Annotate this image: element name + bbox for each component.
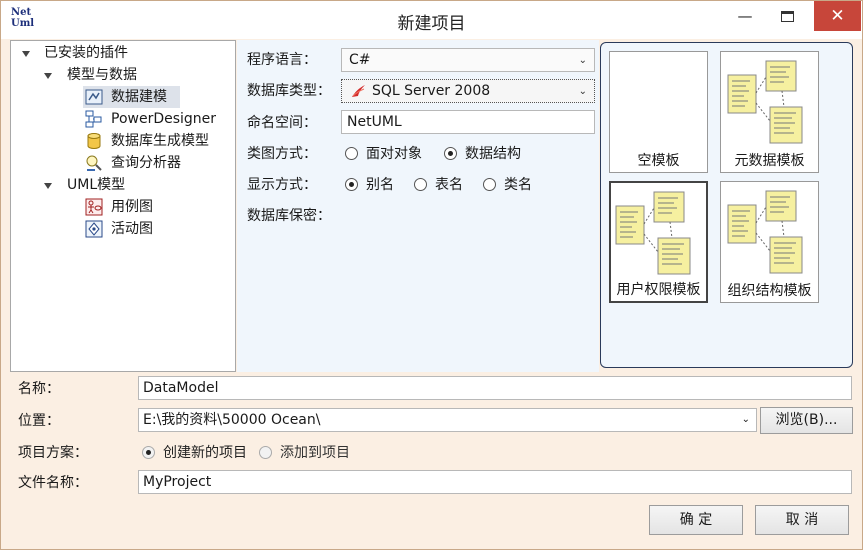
template-caption: 空模板 [637, 153, 680, 169]
dbtype-select[interactable]: SQL Server 2008 ⌄ [341, 79, 595, 103]
chevron-down-icon: ⌄ [578, 86, 587, 97]
data-modeling-icon [85, 89, 103, 105]
title-bar: Net Uml 新建项目 — ✕ [1, 1, 862, 39]
tree-item-powerdesigner[interactable]: PowerDesigner [11, 108, 235, 130]
solution-label: 项目方案： [18, 445, 88, 461]
use-case-icon [85, 198, 103, 216]
activity-diagram-icon [85, 220, 103, 238]
diagram-mode-label: 类图方式： [247, 146, 317, 162]
radio-label: 添加到项目 [280, 445, 350, 461]
template-empty[interactable]: 空模板 [609, 51, 708, 173]
language-select[interactable]: C# ⌄ [341, 48, 595, 72]
query-analyzer-icon [86, 155, 102, 171]
ok-button[interactable]: 确 定 [649, 505, 743, 535]
template-user-permissions[interactable]: 用户权限模板 [609, 181, 708, 303]
template-caption: 组织结构模板 [727, 283, 812, 299]
radio-data-structure[interactable]: 数据结构 [444, 143, 521, 165]
tree-root-installed-plugins[interactable]: 已安装的插件 [11, 42, 235, 64]
tree-item-label: 数据建模 [111, 89, 167, 105]
namespace-input[interactable]: NetUML [341, 110, 595, 134]
radio-class-name[interactable]: 类名 [483, 174, 532, 196]
name-input[interactable]: DataModel [138, 376, 852, 400]
expand-arrow-icon[interactable] [44, 183, 52, 189]
tree-group-label: UML模型 [67, 177, 126, 193]
name-label: 名称： [18, 381, 60, 397]
template-caption: 元数据模板 [734, 153, 805, 169]
radio-alias[interactable]: 别名 [345, 174, 394, 196]
er-diagram-thumbnail-icon [727, 190, 803, 274]
tree-item-label: 查询分析器 [111, 155, 181, 171]
database-icon [87, 133, 101, 149]
er-diagram-thumbnail-icon [727, 60, 803, 144]
settings-form: 程序语言： C# ⌄ 数据库类型： SQL Server 2008 ⌄ 命名空间… [237, 40, 599, 372]
expand-arrow-icon[interactable] [22, 51, 30, 57]
radio-label: 数据结构 [465, 146, 521, 162]
browse-button[interactable]: 浏览(B)... [760, 407, 853, 434]
radio-circle-selected[interactable] [444, 147, 457, 160]
template-org-structure[interactable]: 组织结构模板 [720, 181, 819, 303]
location-combo[interactable]: E:\我的资料\50000 Ocean\ ⌄ [138, 408, 757, 432]
radio-create-new-project[interactable]: 创建新的项目 [142, 442, 247, 464]
tree-item-label: 数据库生成模型 [111, 133, 209, 149]
template-panel: 空模板 元数据模板 用户权限模板 组织结构模板 [600, 42, 853, 368]
tree-group-uml-model[interactable]: UML模型 [11, 174, 235, 196]
language-value: C# [349, 52, 371, 68]
expand-arrow-icon[interactable] [44, 73, 52, 79]
tree-root-label: 已安装的插件 [44, 45, 128, 61]
radio-circle[interactable] [345, 147, 358, 160]
cancel-button[interactable]: 取 消 [755, 505, 849, 535]
tree-item-query-analyzer[interactable]: 查询分析器 [11, 152, 235, 174]
display-mode-label: 显示方式： [247, 177, 317, 193]
radio-label: 别名 [366, 177, 394, 193]
db-secret-label: 数据库保密： [247, 208, 331, 224]
tree-group-model-data[interactable]: 模型与数据 [11, 64, 235, 86]
radio-label: 表名 [435, 177, 463, 193]
namespace-label: 命名空间： [247, 115, 317, 131]
new-project-dialog: Net Uml 新建项目 — ✕ 已安装的插件 模型与数据 数据建模 Power… [0, 0, 863, 550]
radio-circle-selected[interactable] [345, 178, 358, 191]
radio-add-to-project[interactable]: 添加到项目 [259, 442, 350, 464]
tree-item-label: PowerDesigner [111, 111, 217, 127]
tree-item-label: 用例图 [111, 199, 153, 215]
radio-circle-selected[interactable] [142, 446, 155, 459]
radio-label: 创建新的项目 [163, 445, 247, 461]
radio-object-oriented[interactable]: 面对对象 [345, 143, 422, 165]
radio-label: 面对对象 [366, 146, 422, 162]
sql-server-icon [352, 85, 365, 97]
location-value: E:\我的资料\50000 Ocean\ [143, 412, 321, 428]
tree-item-label: 活动图 [111, 221, 153, 237]
filename-label: 文件名称： [18, 475, 88, 491]
tree-item-activity[interactable]: 活动图 [11, 218, 235, 240]
tree-item-data-modeling[interactable]: 数据建模 [11, 86, 235, 108]
filename-input[interactable]: MyProject [138, 470, 852, 494]
close-button[interactable]: ✕ [814, 1, 861, 31]
location-label: 位置： [18, 413, 60, 429]
maximize-icon [780, 11, 794, 22]
er-diagram-thumbnail-icon [615, 191, 691, 275]
language-label: 程序语言： [247, 52, 317, 68]
dbtype-label: 数据库类型： [247, 83, 331, 99]
plugin-tree[interactable]: 已安装的插件 模型与数据 数据建模 PowerDesigner 数据库生成模型 … [10, 40, 236, 372]
radio-circle[interactable] [483, 178, 496, 191]
maximize-button[interactable] [764, 1, 810, 31]
radio-circle[interactable] [414, 178, 427, 191]
template-metadata[interactable]: 元数据模板 [720, 51, 819, 173]
radio-label: 类名 [504, 177, 532, 193]
chevron-down-icon: ⌄ [741, 414, 750, 425]
tree-item-db-generate-model[interactable]: 数据库生成模型 [11, 130, 235, 152]
chevron-down-icon: ⌄ [578, 55, 587, 66]
minimize-button[interactable]: — [722, 1, 768, 31]
radio-circle[interactable] [259, 446, 272, 459]
tree-item-use-case[interactable]: 用例图 [11, 196, 235, 218]
radio-table-name[interactable]: 表名 [414, 174, 463, 196]
dbtype-value: SQL Server 2008 [372, 83, 491, 99]
tree-group-label: 模型与数据 [67, 67, 137, 83]
template-caption: 用户权限模板 [616, 282, 701, 298]
powerdesigner-icon [85, 110, 102, 128]
